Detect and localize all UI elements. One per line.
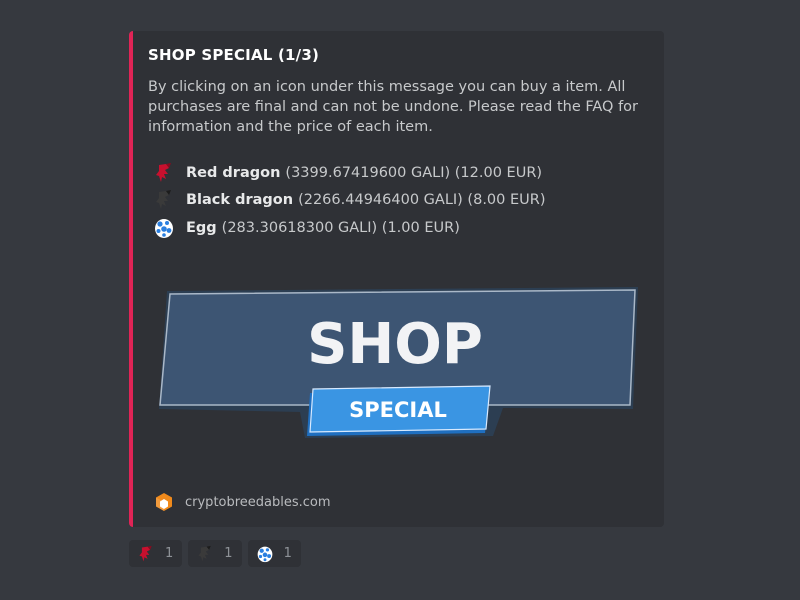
shop-special-banner: SHOP SPECIAL [159,287,638,438]
list-item: Red dragon (3399.67419600 GALI) (12.00 E… [153,159,653,187]
red-dragon-icon [139,545,152,561]
reaction-black-dragon[interactable]: 1 [188,540,242,567]
item-price: (3399.67419600 GALI) (12.00 EUR) [285,164,543,181]
black-dragon-icon [156,190,171,210]
list-item: Egg (283.30618300 GALI) (1.00 EUR) [153,214,653,242]
banner-main-text: SHOP [307,312,483,377]
black-dragon-icon [198,545,212,561]
item-price: (283.30618300 GALI) (1.00 EUR) [221,219,460,236]
cryptobreedables-logo-icon [156,493,172,511]
footer-text[interactable]: cryptobreedables.com [185,495,331,510]
item-list: Red dragon (3399.67419600 GALI) (12.00 E… [153,159,653,242]
embed-title: SHOP SPECIAL (1/3) [148,46,320,64]
egg-icon [155,218,173,238]
reaction-count: 1 [283,546,292,561]
item-name: Red dragon [186,164,281,181]
reaction-bar: 1 1 1 [129,540,307,567]
egg-icon [257,546,272,562]
red-dragon-icon [156,162,171,182]
item-price: (2266.44946400 GALI) (8.00 EUR) [298,192,546,209]
list-item: Black dragon (2266.44946400 GALI) (8.00 … [153,187,653,215]
shop-embed: SHOP SPECIAL (1/3) By clicking on an ico… [129,31,664,527]
embed-description: By clicking on an icon under this messag… [148,79,639,135]
banner-ribbon-text: SPECIAL [349,398,447,422]
reaction-count: 1 [165,546,174,561]
embed-footer: cryptobreedables.com [153,491,331,513]
item-name: Egg [186,219,217,236]
reaction-egg[interactable]: 1 [247,540,301,567]
reaction-red-dragon[interactable]: 1 [129,540,183,567]
reaction-count: 1 [224,546,233,561]
item-name: Black dragon [186,192,294,209]
